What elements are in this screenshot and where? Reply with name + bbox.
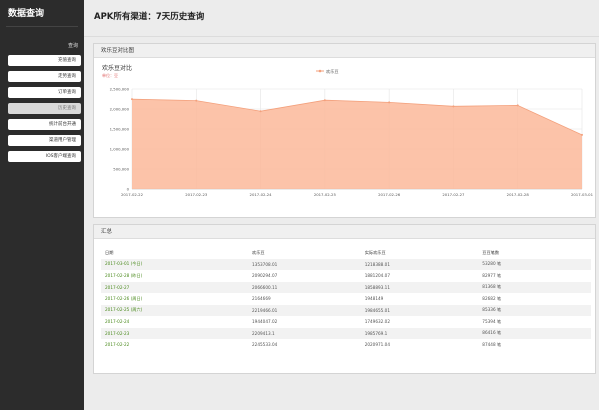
table-cell: 1749632.02 bbox=[364, 319, 390, 325]
summary-table: 日期 欢乐豆 实际欢乐豆 豆豆笔数 2017-03-01 (今日) 1353708… bbox=[101, 247, 591, 351]
table-cell: 82977 笔 bbox=[482, 272, 502, 278]
table-row: 2017-02-25 (周六) 2219466.01 1984655.01 85336… bbox=[101, 304, 591, 317]
main-content: APK所有渠道：7天历史查询 欢乐豆对比图 欢乐豆对比 单位：豆 欢乐豆 0 50… bbox=[84, 0, 599, 410]
page-title: APK所有渠道：7天历史查询 bbox=[94, 12, 205, 22]
x-tick-label: 2017-02-24 bbox=[250, 192, 273, 197]
x-tick-label: 2017-02-28 bbox=[507, 192, 530, 197]
area-chart: 欢乐豆对比 单位：豆 欢乐豆 0 500,000 1,000,000 1,500,00… bbox=[102, 64, 594, 197]
data-point[interactable] bbox=[452, 105, 455, 108]
legend-label: 欢乐豆 bbox=[326, 68, 339, 75]
table-cell: 1858893.11 bbox=[364, 284, 390, 290]
table-cell: 2209413.1 bbox=[252, 330, 275, 336]
sidebar-item[interactable]: 渠道用户管理 bbox=[8, 135, 81, 146]
table-cell: 2020971.04 bbox=[364, 342, 390, 348]
sidebar: 数据查询 查询 充值查询走势查询订单查询历史查询统计前台开通 渠道用户管理 IOS客… bbox=[0, 0, 84, 410]
x-axis: 2017-02-22 2017-02-23 2017-02-24 2017-02-25… bbox=[121, 188, 594, 197]
table-row: 2017-02-27 2066600.11 1858893.11 81368 笔 bbox=[101, 281, 591, 294]
table-cell: 1218388.01 bbox=[364, 261, 390, 267]
data-point[interactable] bbox=[259, 110, 262, 113]
table-cell: 82682 笔 bbox=[482, 295, 502, 301]
table-cell: 87448 笔 bbox=[482, 341, 502, 347]
summary-table-body: 2017-03-01 (今日) 1353708.01 1218388.01 53280… bbox=[101, 258, 591, 351]
data-point[interactable] bbox=[388, 101, 391, 104]
data-point[interactable] bbox=[195, 99, 198, 102]
table-cell: 81368 笔 bbox=[482, 284, 502, 290]
table-cell: 85336 笔 bbox=[482, 307, 502, 313]
legend-marker bbox=[318, 69, 322, 73]
x-tick-label: 2017-03-01 bbox=[571, 192, 594, 197]
table-cell: 2090294.07 bbox=[252, 273, 278, 279]
summary-panel: 汇总 日期 欢乐豆 实际欢乐豆 豆豆笔数 2017-03-01 (今日) 1353… bbox=[93, 224, 596, 374]
data-point[interactable] bbox=[323, 99, 326, 102]
table-cell: 2164669 bbox=[252, 296, 271, 302]
sidebar-section-label: 查询 bbox=[67, 43, 78, 49]
sidebar-menu: 充值查询走势查询订单查询历史查询统计前台开通 渠道用户管理 IOS客户端查询 bbox=[0, 55, 84, 162]
date-link[interactable]: 2017-02-22 bbox=[101, 339, 248, 351]
table-row: 2017-02-28 (昨日) 2090294.07 1881204.07 82977… bbox=[101, 270, 591, 282]
chart-panel-heading: 欢乐豆对比图 bbox=[94, 44, 595, 58]
sidebar-item[interactable]: 统计前台开通 bbox=[8, 119, 81, 130]
sidebar-item[interactable]: 走势查询 bbox=[8, 71, 81, 82]
table-cell: 2066600.11 bbox=[252, 284, 278, 290]
x-tick-label: 2017-02-23 bbox=[185, 192, 208, 197]
table-cell: 1984655.01 bbox=[364, 307, 390, 313]
x-tick-label: 2017-02-25 bbox=[314, 192, 337, 197]
table-cell: 75394 笔 bbox=[482, 318, 502, 324]
col-header-date: 日期 bbox=[105, 249, 114, 255]
col-header-actual-beans: 实际欢乐豆 bbox=[364, 249, 386, 255]
chart-subtitle: 单位：豆 bbox=[102, 72, 118, 78]
date-link[interactable]: 2017-02-26 (周日) bbox=[101, 293, 248, 305]
table-cell: 1353708.01 bbox=[252, 261, 278, 267]
sidebar-item[interactable]: 订单查询 bbox=[8, 87, 81, 98]
date-link[interactable]: 2017-02-24 bbox=[101, 316, 248, 328]
sidebar-item[interactable]: 历史查询 bbox=[8, 103, 81, 114]
series-area bbox=[132, 99, 582, 189]
x-tick-label: 2017-02-26 bbox=[378, 192, 401, 197]
table-cell: 1881204.07 bbox=[364, 273, 390, 279]
sidebar-item[interactable]: 充值查询 bbox=[8, 55, 81, 66]
table-cell: 2219466.01 bbox=[252, 307, 278, 313]
col-header-beans: 欢乐豆 bbox=[252, 249, 265, 255]
chart-title: 欢乐豆对比 bbox=[102, 64, 132, 72]
y-tick-label: 0 bbox=[127, 186, 130, 191]
table-row: 2017-02-23 2209413.1 1985769.1 86416 笔 bbox=[101, 327, 591, 340]
y-tick-label: 1,000,000 bbox=[110, 146, 130, 151]
date-link[interactable]: 2017-02-28 (昨日) bbox=[101, 270, 248, 282]
x-tick-label: 2017-02-27 bbox=[442, 192, 465, 197]
table-cell: 53280 笔 bbox=[482, 261, 502, 267]
data-point[interactable] bbox=[516, 104, 519, 107]
y-tick-label: 500,000 bbox=[113, 166, 129, 171]
date-link[interactable]: 2017-03-01 (今日) bbox=[101, 259, 248, 271]
sidebar-item[interactable]: IOS客户端查询 bbox=[8, 151, 81, 162]
plot-area bbox=[131, 98, 583, 189]
table-row: 2017-03-01 (今日) 1353708.01 1218388.01 53280… bbox=[101, 258, 591, 271]
y-tick-label: 2,500,000 bbox=[110, 86, 130, 91]
chart-panel: 欢乐豆对比图 欢乐豆对比 单位：豆 欢乐豆 0 500,000 1,000,000 1… bbox=[93, 43, 596, 218]
table-cell: 2245533.04 bbox=[252, 342, 278, 348]
table-cell: 86416 笔 bbox=[482, 330, 502, 336]
chart-legend[interactable]: 欢乐豆 bbox=[316, 68, 339, 75]
y-tick-label: 2,000,000 bbox=[110, 106, 130, 111]
x-tick-label: 2017-02-22 bbox=[121, 192, 144, 197]
data-point[interactable] bbox=[131, 98, 133, 101]
summary-panel-heading: 汇总 bbox=[94, 225, 595, 239]
title-divider bbox=[84, 36, 599, 37]
date-link[interactable]: 2017-02-23 bbox=[101, 328, 248, 340]
table-cell: 1944047.02 bbox=[252, 319, 278, 325]
y-axis: 0 500,000 1,000,000 1,500,000 2,000,000 2,500… bbox=[110, 86, 130, 191]
col-header-count: 豆豆笔数 bbox=[482, 249, 500, 255]
table-cell: 1948149 bbox=[364, 296, 384, 302]
date-link[interactable]: 2017-02-25 (周六) bbox=[101, 305, 248, 317]
app-brand: 数据查询 bbox=[8, 9, 45, 19]
table-row: 2017-02-24 1944047.02 1749632.02 75394 笔 bbox=[101, 316, 591, 328]
table-header-row: 日期 欢乐豆 实际欢乐豆 豆豆笔数 bbox=[101, 247, 591, 259]
table-row: 2017-02-26 (周日) 2164669 1948149 82682 笔 bbox=[101, 293, 591, 305]
table-row: 2017-02-22 2245533.04 2020971.04 87448 笔 bbox=[101, 339, 591, 351]
data-point[interactable] bbox=[581, 133, 583, 136]
date-link[interactable]: 2017-02-27 bbox=[101, 282, 248, 294]
table-cell: 1985769.1 bbox=[364, 330, 388, 336]
y-tick-label: 1,500,000 bbox=[110, 126, 130, 131]
